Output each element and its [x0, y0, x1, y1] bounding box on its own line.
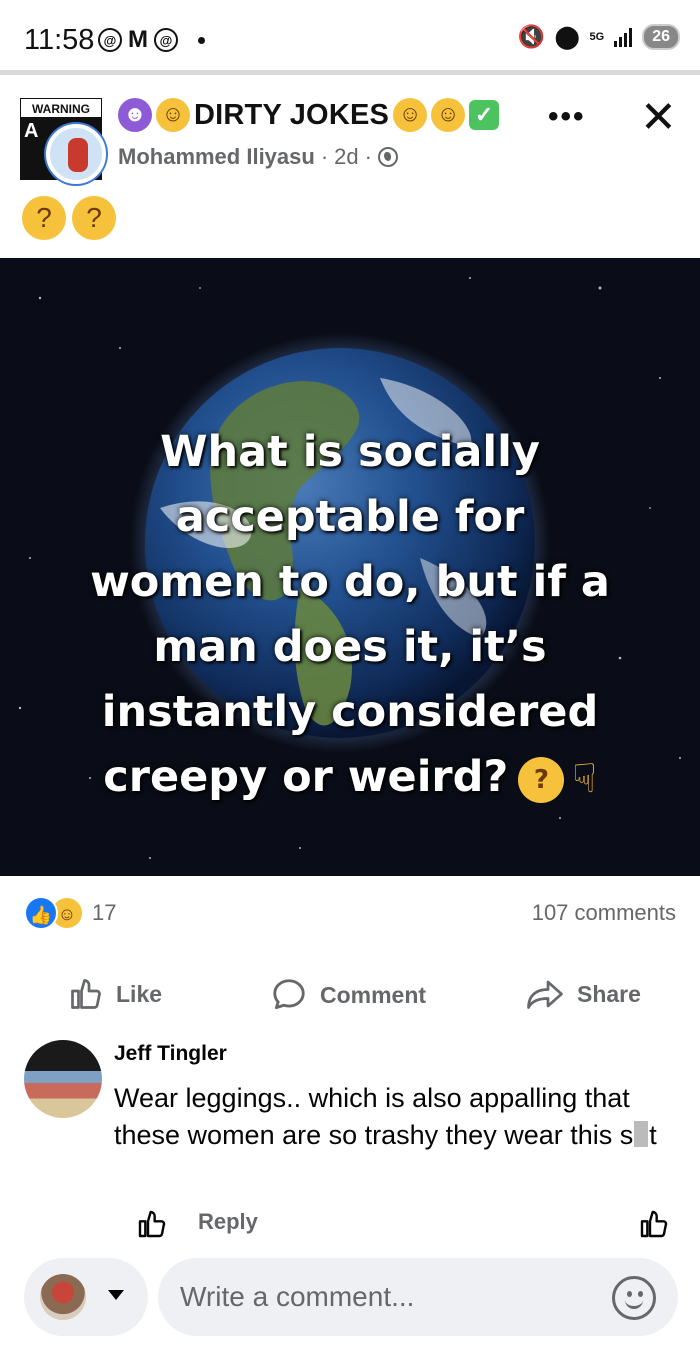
comments-count[interactable]: 107 comments	[532, 900, 676, 926]
like-reaction-icon: 👍	[24, 896, 58, 930]
share-icon	[527, 980, 563, 1009]
meta-separator: ·	[364, 144, 372, 169]
group-pic-warning-text: WARNING	[20, 98, 102, 118]
comment-button[interactable]: Comment	[270, 976, 426, 1014]
like-comment-icon[interactable]	[638, 1208, 670, 1240]
image-text-line: acceptable for	[175, 492, 525, 542]
location-icon: ⬤	[554, 24, 580, 49]
image-text-last-line: creepy or weird?? ☟	[30, 745, 670, 812]
reply-button[interactable]: Reply	[198, 1209, 258, 1235]
post-action-bar: Like Comment Share	[0, 966, 700, 1018]
smiley-icon[interactable]	[612, 1276, 656, 1320]
comment-text-part: Wear leggings.. which is also appalling …	[114, 1083, 634, 1150]
devil-emoji-icon: ☻	[118, 98, 152, 132]
post-age[interactable]: 2d	[334, 144, 358, 170]
post-image[interactable]: What is socially acceptable for women to…	[0, 258, 700, 876]
comment-label: Comment	[320, 981, 427, 1008]
battery-indicator: 26	[642, 24, 680, 50]
thinking-emoji-icon: ?	[518, 756, 565, 803]
comment-text: Wear leggings.. which is also appalling …	[114, 1080, 674, 1154]
comment-text-part: t	[649, 1120, 657, 1150]
image-text-line: women to do, but if a	[90, 557, 610, 607]
more-notifications-dot	[198, 36, 205, 44]
mute-icon: 🔇	[517, 24, 545, 49]
group-title[interactable]: ☻ ☺ DIRTY JOKES ☺ ☺ ✓	[118, 98, 500, 132]
image-text-line: man does it, it’s	[153, 622, 547, 672]
like-icon	[71, 979, 101, 1009]
notification-icon: @	[154, 28, 178, 52]
current-user-avatar[interactable]	[40, 1274, 86, 1320]
close-button[interactable]: ✕	[640, 92, 677, 143]
comment-like-icon[interactable]	[136, 1208, 168, 1240]
reactions-count: 17	[92, 900, 117, 925]
like-button[interactable]: Like	[68, 976, 162, 1012]
comment-icon	[273, 979, 305, 1010]
post-meta: Mohammed Iliyasu · 2d ·	[118, 144, 398, 170]
like-label: Like	[116, 980, 163, 1007]
status-bar: 11:58 @ M @ 🔇 ⬤ 5G 26	[0, 0, 700, 75]
globe-icon	[377, 147, 398, 167]
image-text-line: instantly considered	[101, 687, 599, 737]
thinking-emoji-icon: ?	[22, 196, 66, 240]
censor-block	[634, 1121, 649, 1147]
image-text-line: creepy or weird?	[103, 752, 509, 802]
pointing-down-emoji-icon: ☟	[572, 756, 597, 802]
image-caption-text: What is socially acceptable for women to…	[30, 420, 670, 812]
image-text-line: What is socially	[160, 427, 540, 477]
more-options-button[interactable]: •••	[548, 100, 586, 134]
signal-icon	[614, 27, 633, 47]
author-name[interactable]: Mohammed Iliyasu	[118, 144, 315, 170]
status-time: 11:58	[24, 24, 95, 56]
post-caption: ? ?	[22, 196, 116, 240]
network-label: 5G	[589, 30, 605, 43]
share-button[interactable]: Share	[525, 976, 641, 1012]
group-name[interactable]: DIRTY JOKES	[194, 99, 389, 132]
group-pic-graphic: A	[24, 120, 39, 142]
notification-icons: @ M @	[98, 26, 205, 54]
system-icons: 🔇 ⬤ 5G 26	[517, 24, 680, 50]
status-divider	[0, 70, 700, 75]
share-label: Share	[577, 980, 641, 1007]
author-avatar[interactable]	[46, 124, 106, 184]
laughing-emoji-icon: ☺	[156, 98, 190, 132]
comment-input-placeholder: Write a comment...	[180, 1281, 415, 1312]
commenter-name[interactable]: Jeff Tingler	[114, 1042, 227, 1066]
laughing-emoji-icon: ☺	[431, 98, 466, 132]
check-emoji-icon: ✓	[469, 100, 500, 130]
reactions-summary[interactable]: 👍 ☺ 17	[24, 896, 116, 930]
gmail-icon: M	[128, 26, 148, 53]
thinking-emoji-icon: ?	[72, 196, 116, 240]
commenter-avatar[interactable]	[24, 1040, 102, 1118]
chevron-down-icon[interactable]	[108, 1290, 124, 1300]
meta-separator: ·	[320, 144, 329, 169]
laughing-emoji-icon: ☺	[393, 98, 428, 132]
notification-icon: @	[98, 28, 122, 52]
